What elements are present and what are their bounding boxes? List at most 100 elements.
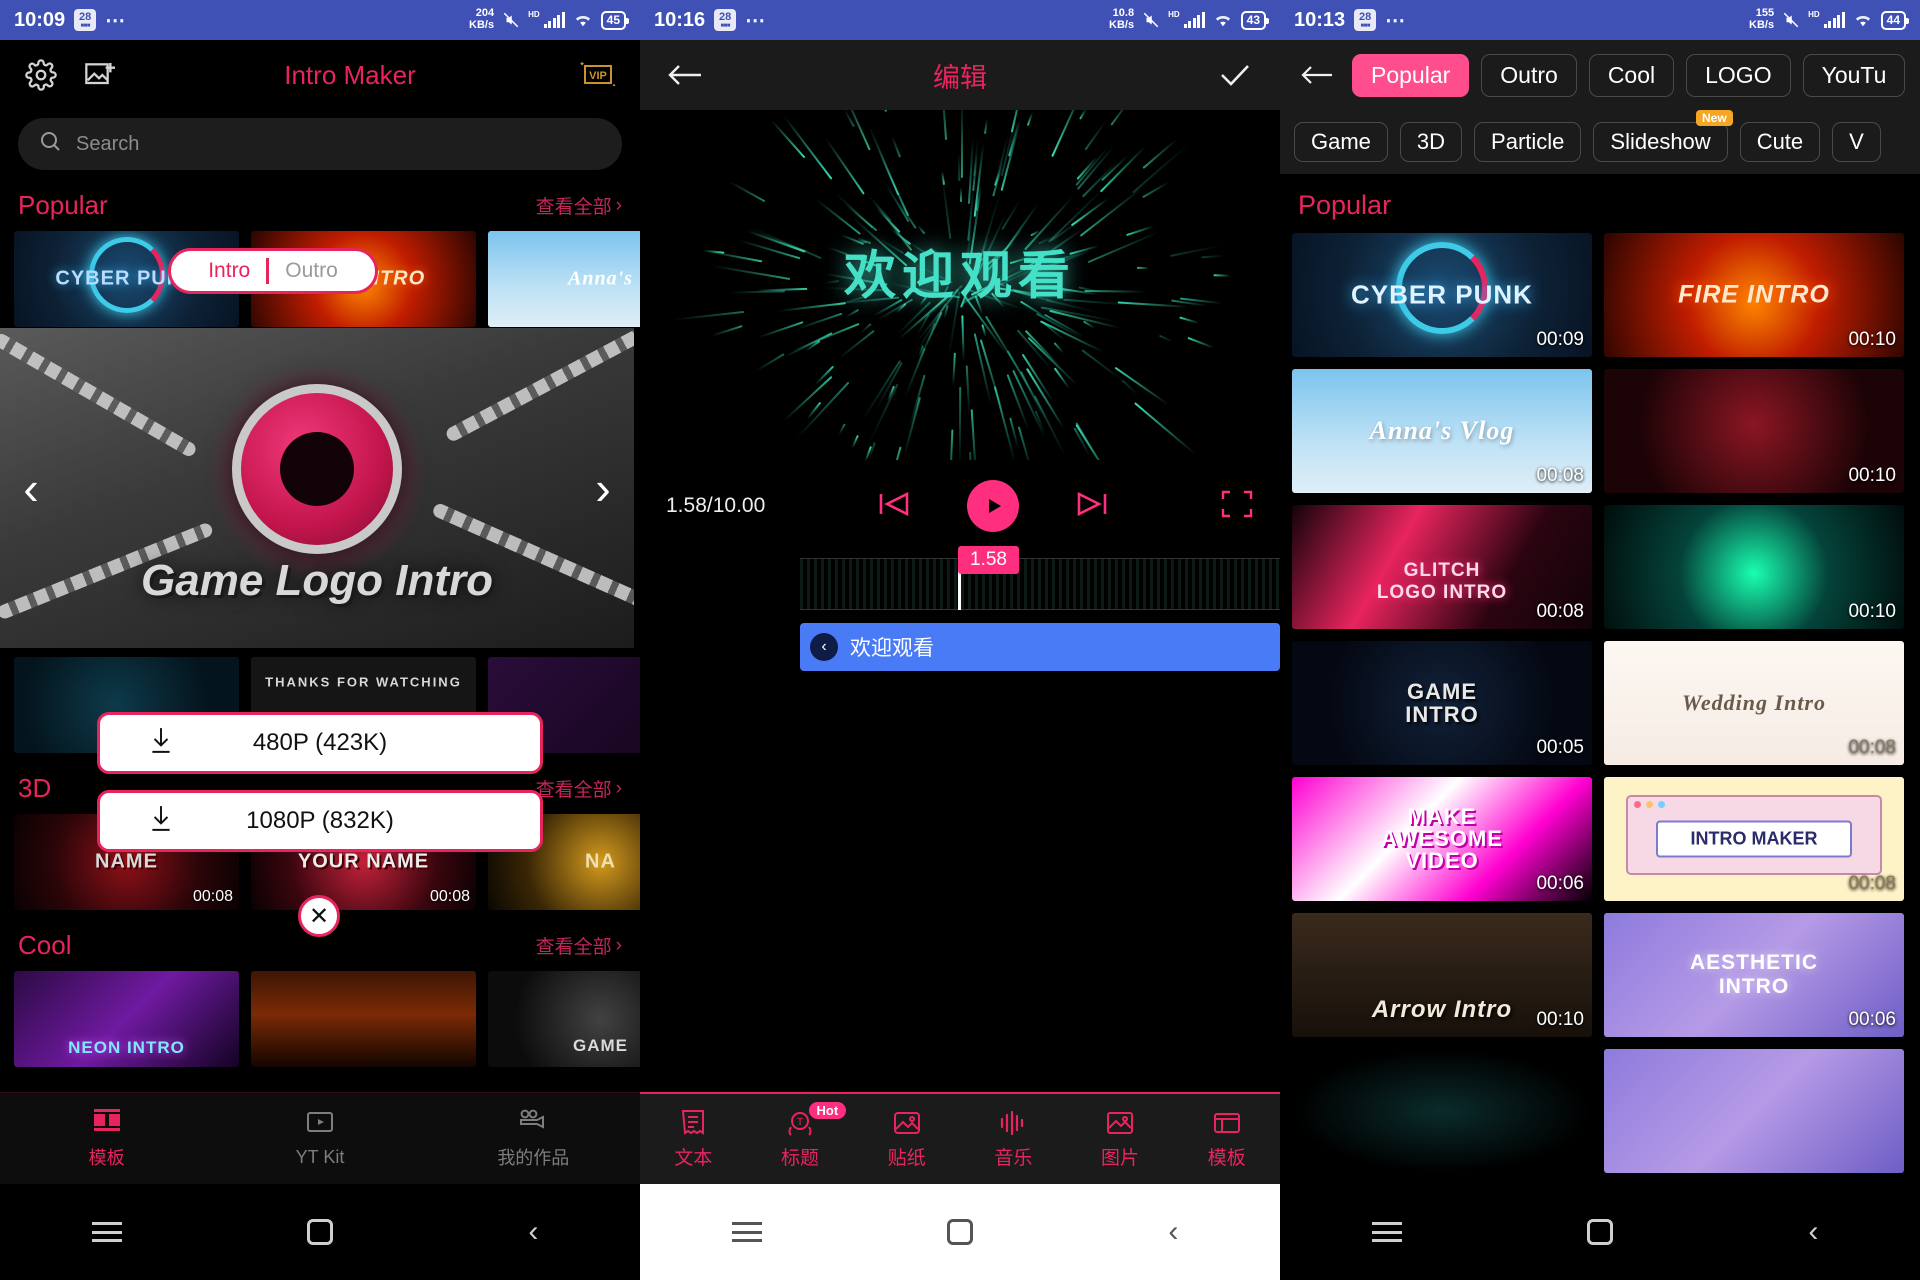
tab-logo[interactable]: LOGO [1686, 54, 1790, 97]
tab-popular[interactable]: Popular [1352, 54, 1469, 97]
collapse-left-icon[interactable]: ‹ [810, 633, 838, 661]
toggle-outro[interactable]: Outro [269, 259, 354, 283]
mute-icon [1781, 11, 1801, 29]
fullscreen-icon[interactable] [1220, 489, 1254, 524]
video-preview-stage[interactable]: 欢迎观看 [640, 110, 1280, 460]
bottom-nav-label: 我的作品 [497, 1144, 569, 1170]
toolbar-label: 贴纸 [888, 1143, 926, 1170]
tab-cute[interactable]: Cute [1740, 122, 1820, 162]
template-grid: CYBER PUNK 00:09 FIRE INTRO 00:10 Anna's… [1280, 233, 1920, 1173]
play-icon[interactable] [967, 480, 1019, 532]
see-all-link[interactable]: 查看全部› [536, 932, 622, 959]
download-icon [148, 804, 174, 839]
toggle-intro[interactable]: Intro [192, 259, 266, 283]
toolbar-item-title[interactable]: Hot T 标题 [747, 1094, 854, 1184]
status-netspeed: 10.8KB/s [1109, 8, 1134, 31]
skip-next-icon[interactable] [1073, 488, 1111, 525]
template-card[interactable]: Anna's Vlog 00:08 [1292, 369, 1592, 493]
clip-row: ‹ 欢迎观看 [640, 620, 1280, 674]
status-bar-left: 10:09 28■■■ ⋯ [14, 8, 127, 33]
tab-3d[interactable]: 3D [1400, 122, 1462, 162]
download-1080p-button[interactable]: 1080P (832K) [97, 790, 543, 852]
template-card[interactable]: INTRO MAKER 00:08 [1604, 777, 1904, 901]
toolbar-item-template[interactable]: 模板 [1173, 1094, 1280, 1184]
text-clip[interactable]: ‹ 欢迎观看 [800, 623, 1280, 671]
timeline-track[interactable] [800, 558, 1280, 610]
toolbar-item-music[interactable]: 音乐 [960, 1094, 1067, 1184]
skip-previous-icon[interactable] [875, 488, 913, 525]
template-card[interactable]: GLITCH LOGO INTRO 00:08 [1292, 505, 1592, 629]
template-card[interactable] [1604, 1049, 1904, 1173]
tab-cool[interactable]: Cool [1589, 54, 1674, 97]
home-icon[interactable] [932, 1204, 988, 1260]
cool-template-row: NEON INTRO GAME [0, 971, 640, 1067]
gear-icon[interactable] [18, 52, 64, 98]
tab-slideshow[interactable]: New Slideshow [1593, 122, 1727, 162]
bottom-nav-my-works[interactable]: 我的作品 [427, 1093, 640, 1184]
template-card[interactable]: NEON INTRO [14, 971, 239, 1067]
chevron-right-icon: › [616, 935, 622, 957]
status-netspeed: 204KB/s [469, 8, 494, 31]
tab-game[interactable]: Game [1294, 122, 1388, 162]
section-header-popular: Popular 查看全部› [0, 170, 640, 231]
download-480p-button[interactable]: 480P (423K) [97, 712, 543, 774]
template-duration: 00:06 [1536, 873, 1584, 895]
menu-icon[interactable] [719, 1204, 775, 1260]
template-card[interactable]: AESTHETIC INTRO 00:06 [1604, 913, 1904, 1037]
see-all-link[interactable]: 查看全部› [536, 192, 622, 219]
tab-slideshow-label: Slideshow [1610, 129, 1710, 154]
template-card[interactable]: Wedding Intro 00:08 [1604, 641, 1904, 765]
see-all-link[interactable]: 查看全部› [536, 775, 622, 802]
bottom-nav-templates[interactable]: 模板 [0, 1093, 213, 1184]
template-title: GAME [488, 1036, 640, 1056]
chevron-right-icon: › [616, 778, 622, 800]
template-card[interactable]: CYBER PUNK 00:09 [1292, 233, 1592, 357]
home-icon[interactable] [1572, 1204, 1628, 1260]
template-card[interactable]: FIRE INTRO 00:10 [1604, 233, 1904, 357]
timeline-scrubber[interactable]: 1.58 [640, 552, 1280, 610]
bottom-nav-yt-kit[interactable]: YT Kit [213, 1093, 426, 1184]
template-title: Anna's Vlog [1292, 416, 1592, 446]
back-arrow-icon[interactable] [1294, 52, 1340, 98]
back-arrow-icon[interactable] [662, 52, 708, 98]
back-icon[interactable]: ‹ [1785, 1204, 1841, 1260]
template-card[interactable]: MAKE AWESOME VIDEO 00:06 [1292, 777, 1592, 901]
add-image-icon[interactable] [78, 52, 124, 98]
timeline-time-chip: 1.58 [958, 546, 1019, 574]
close-icon[interactable]: ✕ [298, 895, 340, 937]
toolbar-item-text[interactable]: 文本 [640, 1094, 747, 1184]
tab-youtube[interactable]: YouTu [1803, 54, 1906, 97]
template-card[interactable] [251, 971, 476, 1067]
chevron-left-icon[interactable]: ‹ [8, 461, 54, 515]
template-card[interactable]: Arrow Intro 00:10 [1292, 913, 1592, 1037]
back-icon[interactable]: ‹ [505, 1204, 561, 1260]
template-card[interactable]: 00:10 [1604, 505, 1904, 629]
template-card[interactable]: GAME INTRO 00:05 [1292, 641, 1592, 765]
battery-icon: 43 [1241, 11, 1266, 30]
home-icon[interactable] [292, 1204, 348, 1260]
template-duration: 00:08 [1536, 465, 1584, 487]
svg-text:VIP: VIP [589, 70, 607, 82]
toolbar-item-sticker[interactable]: 贴纸 [853, 1094, 960, 1184]
template-duration: 00:10 [1848, 329, 1896, 351]
menu-icon[interactable] [79, 1204, 135, 1260]
vip-icon[interactable]: VIP [576, 52, 622, 98]
toolbar-item-image[interactable]: 图片 [1067, 1094, 1174, 1184]
chevron-right-icon[interactable]: › [580, 461, 626, 515]
signal-icon [1824, 13, 1845, 28]
template-card[interactable]: 00:10 [1604, 369, 1904, 493]
check-icon[interactable] [1212, 52, 1258, 98]
search-input[interactable]: Search [18, 118, 622, 170]
tab-particle[interactable]: Particle [1474, 122, 1581, 162]
template-preview-hero[interactable]: Game Logo Intro ‹ › [0, 328, 634, 648]
tab-v[interactable]: V [1832, 122, 1881, 162]
template-card[interactable] [1292, 1049, 1592, 1173]
template-card[interactable]: GAME [488, 971, 640, 1067]
status-more-icon: ⋯ [745, 8, 767, 33]
back-icon[interactable]: ‹ [1145, 1204, 1201, 1260]
tab-outro[interactable]: Outro [1481, 54, 1577, 97]
intro-outro-toggle[interactable]: Intro Outro [168, 248, 378, 294]
menu-icon[interactable] [1359, 1204, 1415, 1260]
template-card[interactable]: Anna's [488, 231, 640, 327]
template-title: GAME INTRO [1292, 680, 1592, 726]
